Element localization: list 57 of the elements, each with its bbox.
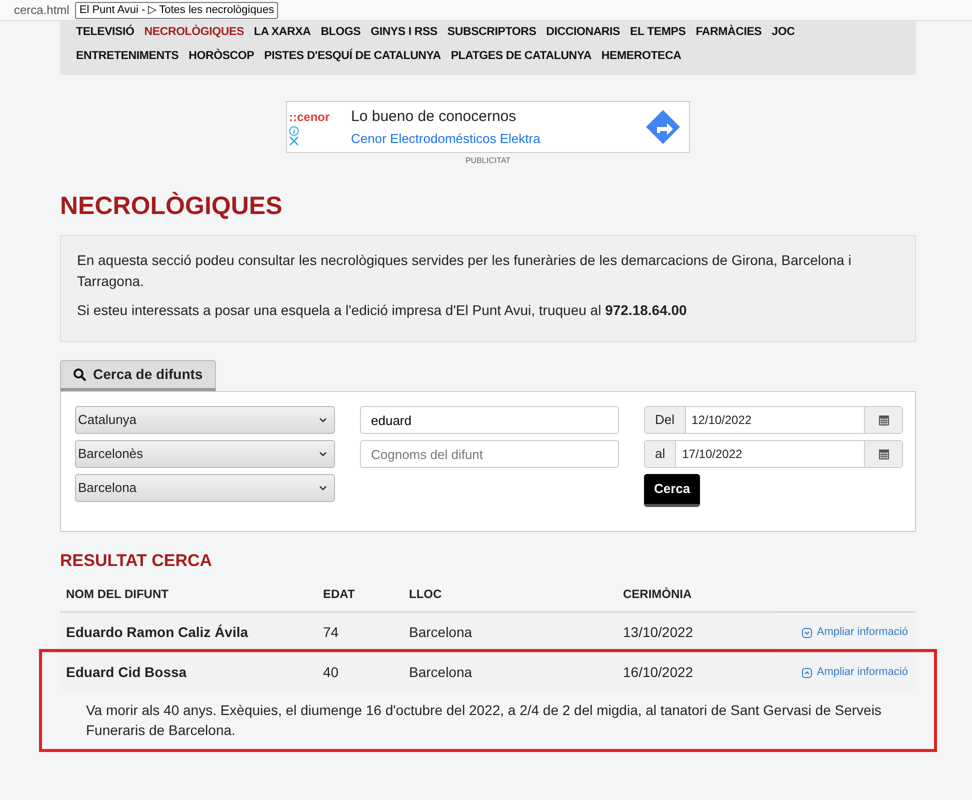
collapse-icon [802,668,812,678]
nav-link[interactable]: DICCIONARIS [546,24,620,42]
calendar-icon [878,448,890,460]
dropdown[interactable]: Catalunya [75,406,335,434]
page-title: NECROLÒGIQUES [60,192,282,220]
name-field[interactable]: eduard [360,406,619,434]
ad-advertiser[interactable]: Cenor Electrodomésticos Elektra [351,128,645,148]
calendar-button[interactable] [864,441,902,467]
intro-paragraph: Si esteu interessats a posar una esquela a l'edició impresa d'El Punt Avui, truqueu al 972.18.64.00 [77,301,688,320]
date-label: Del [645,407,686,433]
search-tab[interactable]: Cerca de difunts [60,360,216,391]
nav-link[interactable]: GINYS I RSS [370,24,438,42]
chevron-down-icon [318,449,328,459]
nav-link[interactable]: HEMEROTECA [601,48,682,66]
surname-field[interactable]: Cognoms del difunt [360,440,619,468]
ad-logo: ::cenor [289,109,330,126]
nav-link[interactable]: TELEVISIÓ [76,24,134,42]
expand-link[interactable]: Ampliar informació [778,624,910,641]
column-header: CERIMÒNIA [623,587,692,601]
info-icon[interactable] [289,126,299,136]
search-button[interactable]: Cerca [644,474,700,506]
calendar-button[interactable] [864,407,902,433]
nav-link[interactable]: BLOGS [320,24,361,42]
date-field[interactable]: Del 12/10/2022 [644,406,903,434]
column-header: EDAT [323,587,355,601]
ad-label: PUBLICITAT [465,156,511,165]
column-header: LLOC [409,587,442,601]
chevron-down-icon [318,415,328,425]
nav-link[interactable]: PISTES D'ESQUÍ DE CATALUNYA [264,48,441,66]
url-text: cerca.html [14,2,70,19]
date-label: al [645,441,676,467]
obituary-text: Va morir als 40 anys. Exèquies, el diumenge 16 d'octubre del 2022, a 2/4 de 2 del migdia, al tanatori de Sant Gervasi de Serveis Funeraris de Barcelona. [86,702,882,738]
ad-banner[interactable]: ::cenor Lo bueno de conocernos Cenor Electrodomésticos Elektra [286,101,690,153]
tooltip: El Punt Avui - ▷ Totes les necrològiques [75,2,278,18]
chevron-down-icon [318,483,328,493]
nav-link[interactable]: NECROLÒGIQUES [144,24,244,42]
dropdown[interactable]: Barcelonès [75,440,335,468]
nav-link[interactable]: HORÒSCOP [188,48,254,66]
date-field[interactable]: al 17/10/2022 [644,440,903,468]
nav-link[interactable]: LA XARXA [254,24,311,42]
dropdown[interactable]: Barcelona [75,474,335,502]
section-title: RESULTAT CERCA [60,550,212,570]
expand-link[interactable]: Ampliar informació [778,664,910,681]
nav-link[interactable]: SUBSCRIPTORS [447,24,536,42]
nav-link[interactable]: ENTRETENIMENTS [76,48,179,66]
column-header: NOM DEL DIFUNT [66,587,168,601]
nav-link[interactable]: FARMÀCIES [696,24,762,42]
nav-link[interactable]: PLATGES DE CATALUNYA [450,48,592,66]
search-icon [73,368,87,382]
expand-icon [802,628,812,638]
calendar-icon [878,414,890,426]
nav-link[interactable]: EL TEMPS [630,24,686,42]
directions-icon[interactable] [645,109,681,145]
nav-link[interactable]: JOC [772,24,795,42]
ad-headline: Lo bueno de conocernos [351,107,518,127]
close-icon[interactable] [289,136,299,146]
intro-paragraph: En aquesta secció podeu consultar les necrològiques servides per les funeràries de les demarcacions de Girona, Barcelona i Tarragona. [77,251,852,291]
